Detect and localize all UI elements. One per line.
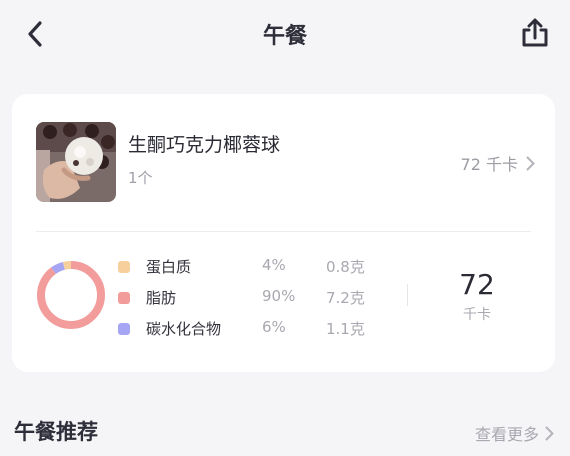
chevron-right-icon [545, 426, 554, 440]
macro-percent: 4% [262, 256, 286, 274]
donut-slice-1 [37, 261, 105, 329]
page-title: 午餐 [262, 24, 307, 49]
food-calories-link[interactable]: 72 千卡 [461, 151, 535, 175]
food-card: 生酮巧克力椰蓉球 1个 72 千卡 蛋白质 4% 0.8克 脂肪 90% 7.2… [12, 94, 555, 372]
macro-grams: 1.1克 [326, 320, 365, 338]
macro-percent: 90% [262, 287, 296, 305]
chevron-right-icon [526, 156, 535, 170]
macro-percent: 6% [262, 318, 286, 336]
top-bar: 午餐 [0, 0, 570, 70]
macro-grams: 7.2克 [326, 289, 365, 307]
divider [36, 231, 531, 232]
carbs-color-dot [118, 323, 130, 335]
macro-name: 碳水化合物 [146, 320, 222, 338]
recommend-section-title: 午餐推荐 [14, 420, 98, 444]
food-image[interactable] [36, 122, 116, 202]
fat-color-dot [118, 292, 130, 304]
see-more-link[interactable]: 查看更多 [475, 421, 554, 445]
share-upload-icon [522, 18, 548, 47]
macro-name: 蛋白质 [146, 258, 192, 276]
see-more-label: 查看更多 [474, 425, 539, 444]
vertical-divider [407, 284, 408, 306]
food-name: 生酮巧克力椰蓉球 [128, 134, 281, 156]
share-button[interactable] [518, 16, 552, 50]
food-calories: 72 千卡 [460, 155, 518, 174]
total-calories: 72 [459, 268, 495, 301]
macro-name: 脂肪 [146, 289, 177, 307]
macro-donut-chart [37, 261, 105, 329]
food-quantity: 1个 [128, 169, 153, 187]
protein-color-dot [118, 261, 130, 273]
total-calories-unit: 千卡 [463, 307, 491, 323]
macro-grams: 0.8克 [326, 258, 365, 276]
